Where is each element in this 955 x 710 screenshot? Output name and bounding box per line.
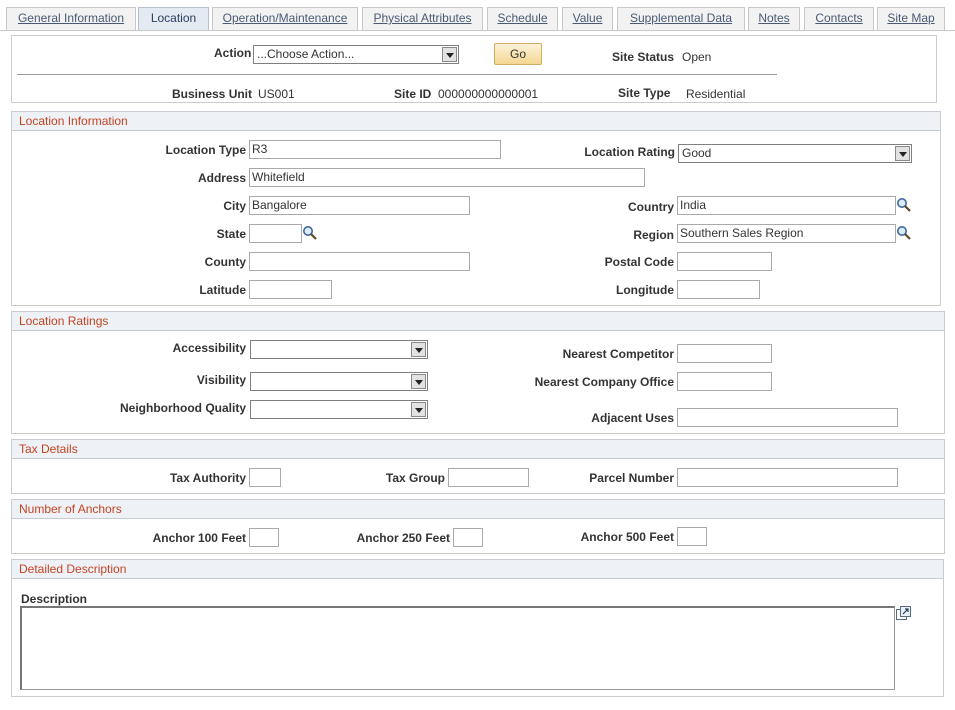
location-rating-select[interactable]: Good bbox=[678, 144, 912, 163]
city-label: City bbox=[223, 199, 246, 213]
business-unit-label: Business Unit bbox=[172, 87, 253, 101]
tax-authority-label: Tax Authority bbox=[169, 471, 246, 485]
country-input[interactable]: India bbox=[677, 196, 896, 215]
action-label: Action bbox=[214, 46, 252, 60]
location-ratings-header: Location Ratings bbox=[11, 311, 945, 331]
business-unit-value: US001 bbox=[258, 87, 295, 101]
description-label: Description bbox=[21, 592, 88, 606]
longitude-label: Longitude bbox=[616, 283, 674, 297]
detailed-description-header: Detailed Description bbox=[11, 559, 944, 579]
site-type-value: Residential bbox=[686, 87, 746, 101]
tab-operation-maintenance[interactable]: Operation/Maintenance bbox=[212, 7, 358, 30]
tab-site-map[interactable]: Site Map bbox=[877, 7, 945, 30]
visibility-label: Visibility bbox=[196, 373, 246, 387]
tab-divider bbox=[0, 30, 955, 31]
tab-contacts[interactable]: Contacts bbox=[804, 7, 874, 30]
magnifier-icon[interactable] bbox=[896, 197, 912, 213]
address-input[interactable]: Whitefield bbox=[249, 168, 645, 187]
expand-textarea-icon[interactable] bbox=[896, 606, 911, 620]
dropdown-arrow-icon bbox=[411, 374, 426, 389]
nearest-company-office-label: Nearest Company Office bbox=[534, 375, 674, 389]
dropdown-arrow-icon bbox=[411, 342, 426, 357]
longitude-input[interactable] bbox=[677, 280, 760, 299]
header-divider bbox=[17, 74, 777, 75]
accessibility-select[interactable] bbox=[250, 340, 428, 359]
magnifier-icon[interactable] bbox=[302, 225, 318, 241]
anchor-500-input[interactable] bbox=[677, 527, 707, 546]
postal-code-label: Postal Code bbox=[604, 255, 674, 269]
state-input[interactable] bbox=[249, 224, 302, 243]
site-status-value: Open bbox=[682, 50, 712, 64]
accessibility-label: Accessibility bbox=[172, 341, 246, 355]
latitude-input[interactable] bbox=[249, 280, 332, 299]
description-textarea[interactable] bbox=[20, 606, 895, 690]
location-type-input[interactable]: R3 bbox=[249, 140, 501, 159]
tax-group-input[interactable] bbox=[448, 468, 529, 487]
tab-location[interactable]: Location bbox=[138, 7, 209, 31]
location-type-label: Location Type bbox=[165, 143, 246, 157]
location-rating-label: Location Rating bbox=[584, 145, 675, 159]
nearest-competitor-label: Nearest Competitor bbox=[562, 347, 674, 361]
anchors-header: Number of Anchors bbox=[11, 499, 945, 519]
address-label: Address bbox=[197, 171, 246, 185]
dropdown-arrow-icon bbox=[895, 146, 910, 161]
nearest-competitor-input[interactable] bbox=[677, 344, 772, 363]
anchor-250-label: Anchor 250 Feet bbox=[356, 531, 450, 545]
neighborhood-quality-label: Neighborhood Quality bbox=[120, 401, 246, 415]
location-information-header: Location Information bbox=[11, 111, 941, 131]
action-select[interactable]: ...Choose Action... bbox=[253, 45, 459, 64]
parcel-number-input[interactable] bbox=[677, 468, 898, 487]
dropdown-arrow-icon bbox=[442, 47, 457, 62]
tab-physical-attributes[interactable]: Physical Attributes bbox=[362, 7, 483, 30]
tab-value[interactable]: Value bbox=[562, 7, 613, 30]
action-select-value: ...Choose Action... bbox=[257, 47, 355, 61]
neighborhood-quality-select[interactable] bbox=[250, 400, 428, 419]
tax-group-label: Tax Group bbox=[385, 471, 445, 485]
location-rating-value: Good bbox=[682, 146, 712, 160]
state-label: State bbox=[216, 227, 246, 241]
site-type-label: Site Type bbox=[618, 86, 671, 100]
tab-schedule[interactable]: Schedule bbox=[487, 7, 558, 30]
visibility-select[interactable] bbox=[250, 372, 428, 391]
parcel-number-label: Parcel Number bbox=[589, 471, 674, 485]
dropdown-arrow-icon bbox=[411, 402, 426, 417]
site-id-label: Site ID bbox=[394, 87, 432, 101]
tab-supplemental-data[interactable]: Supplemental Data bbox=[617, 7, 745, 30]
site-status-label: Site Status bbox=[612, 50, 675, 64]
region-input[interactable]: Southern Sales Region bbox=[677, 224, 896, 243]
county-input[interactable] bbox=[249, 252, 470, 271]
adjacent-uses-input[interactable] bbox=[677, 408, 898, 427]
tax-authority-input[interactable] bbox=[249, 468, 281, 487]
adjacent-uses-label: Adjacent Uses bbox=[591, 411, 674, 425]
tab-notes[interactable]: Notes bbox=[748, 7, 800, 30]
latitude-label: Latitude bbox=[199, 283, 246, 297]
nearest-company-office-input[interactable] bbox=[677, 372, 772, 391]
site-id-value: 000000000000001 bbox=[438, 87, 539, 101]
tax-details-header: Tax Details bbox=[11, 439, 945, 459]
country-label: Country bbox=[628, 200, 674, 214]
go-button[interactable]: Go bbox=[494, 43, 542, 65]
magnifier-icon[interactable] bbox=[896, 225, 912, 241]
county-label: County bbox=[204, 255, 246, 269]
anchor-100-input[interactable] bbox=[249, 528, 279, 547]
anchor-500-label: Anchor 500 Feet bbox=[580, 530, 674, 544]
anchor-250-input[interactable] bbox=[453, 528, 483, 547]
region-label: Region bbox=[633, 228, 674, 242]
postal-code-input[interactable] bbox=[677, 252, 772, 271]
city-input[interactable]: Bangalore bbox=[249, 196, 470, 215]
anchor-100-label: Anchor 100 Feet bbox=[152, 531, 246, 545]
tab-general-information[interactable]: General Information bbox=[6, 7, 136, 30]
